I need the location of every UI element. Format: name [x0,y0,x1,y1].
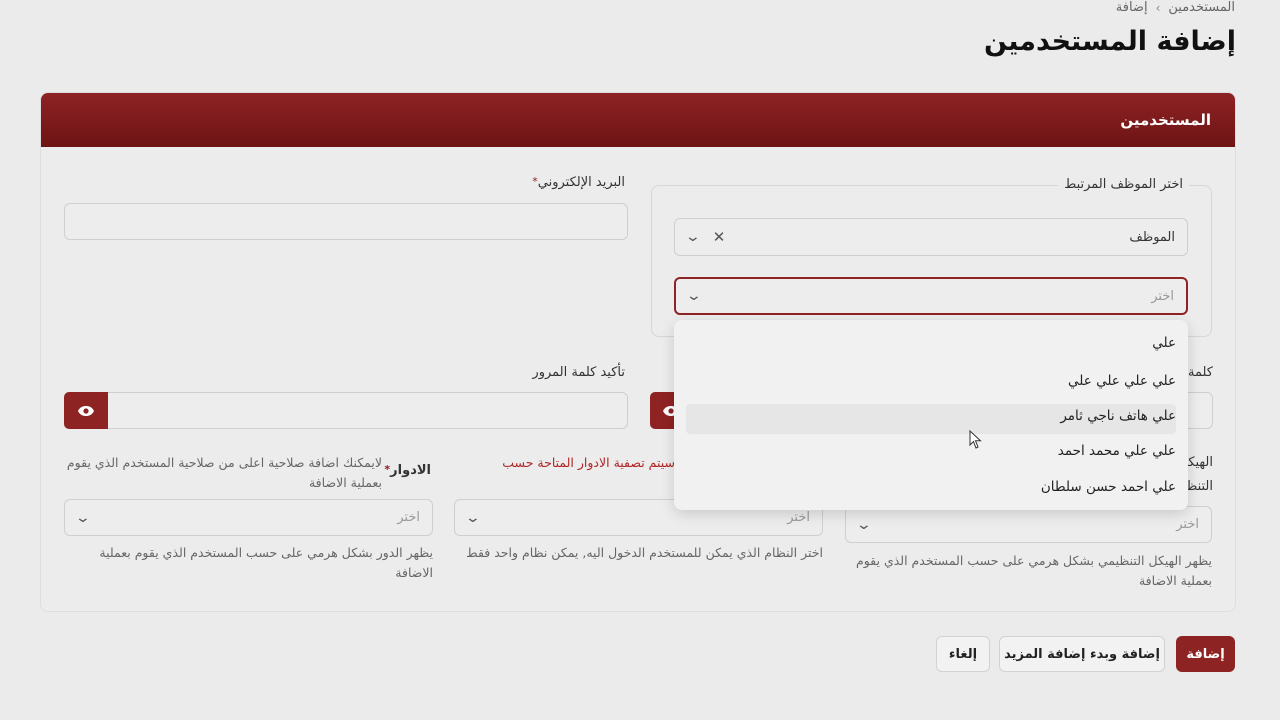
dropdown-option[interactable]: علي [1152,335,1176,351]
password-label: كلمة [1188,365,1213,380]
employee-select-placeholder: اختر [1151,288,1174,304]
chevron-down-icon[interactable]: ⌄ [856,517,872,533]
systems-warning: سيتم تصفية الادوار المتاحة حسب [502,455,675,470]
email-field[interactable] [64,203,628,240]
confirm-password-field[interactable] [64,392,628,429]
employee-select[interactable]: اختر ⌄ [674,277,1188,315]
roles-help: يظهر الدور بشكل هرمي على حسب المستخدم ال… [99,545,433,580]
org-structure-help: يظهر الهيكل التنظيمي بشكل هرمي على حسب ا… [855,553,1212,588]
roles-select[interactable]: اختر ⌄ [64,499,433,536]
breadcrumb: المستخدمين › إضافة [1116,0,1235,15]
card-header: المستخدمين [41,93,1235,147]
page-title: إضافة المستخدمين [983,26,1236,57]
systems-placeholder: اختر [787,510,810,525]
breadcrumb-current: إضافة [1115,0,1148,15]
roles-placeholder: اختر [397,510,420,525]
eye-icon [78,405,94,416]
card-header-title: المستخدمين [1120,111,1211,129]
employee-type-select[interactable]: الموظف ✕ ⌄ [674,218,1188,256]
chevron-down-icon[interactable]: ⌄ [686,288,702,304]
add-and-continue-button[interactable]: إضافة وبدء إضافة المزيد [999,636,1165,672]
org-structure-select[interactable]: اختر ⌄ [845,506,1212,543]
roles-label-text: الادوار [390,463,431,478]
email-label-text: البريد الإلكتروني [537,175,625,190]
chevron-down-icon[interactable]: ⌄ [465,510,481,526]
cancel-button[interactable]: إلغاء [936,636,990,672]
close-icon[interactable]: ✕ [713,228,726,246]
dropdown-option[interactable]: علي احمد حسن سلطان [1041,479,1176,495]
dropdown-option[interactable]: علي هاتف ناجي ثامر [1060,408,1176,424]
mouse-cursor-icon [969,430,982,449]
employee-type-value: الموظف [1129,229,1175,245]
email-label: البريد الإلكتروني* [532,175,625,190]
dropdown-option[interactable]: علي علي علي علي [1068,373,1176,389]
confirm-password-label: تأكيد كلمة المرور [532,365,625,380]
breadcrumb-separator: › [1155,0,1161,15]
chevron-down-icon[interactable]: ⌄ [75,510,91,526]
employee-dropdown-list: علي علي علي علي علي علي هاتف ناجي ثامر ع… [674,320,1188,510]
breadcrumb-parent[interactable]: المستخدمين [1168,0,1235,15]
confirm-password-eye-button[interactable] [64,392,108,429]
chevron-down-icon[interactable]: ⌄ [685,229,701,245]
org-structure-placeholder: اختر [1176,517,1199,532]
systems-help: اختر النظام الذي يمكن للمستخدم الدخول ال… [466,545,823,560]
add-button[interactable]: إضافة [1176,636,1235,672]
linked-employee-legend: اختر الموظف المرتبط [1058,177,1189,192]
org-structure-label-2: التنظ [1185,479,1213,494]
roles-label: الادوار* [384,463,431,478]
dropdown-option[interactable]: علي علي محمد احمد [1058,443,1176,459]
roles-note: لايمكنك اضافة صلاحية اعلى من صلاحية المس… [66,455,382,490]
